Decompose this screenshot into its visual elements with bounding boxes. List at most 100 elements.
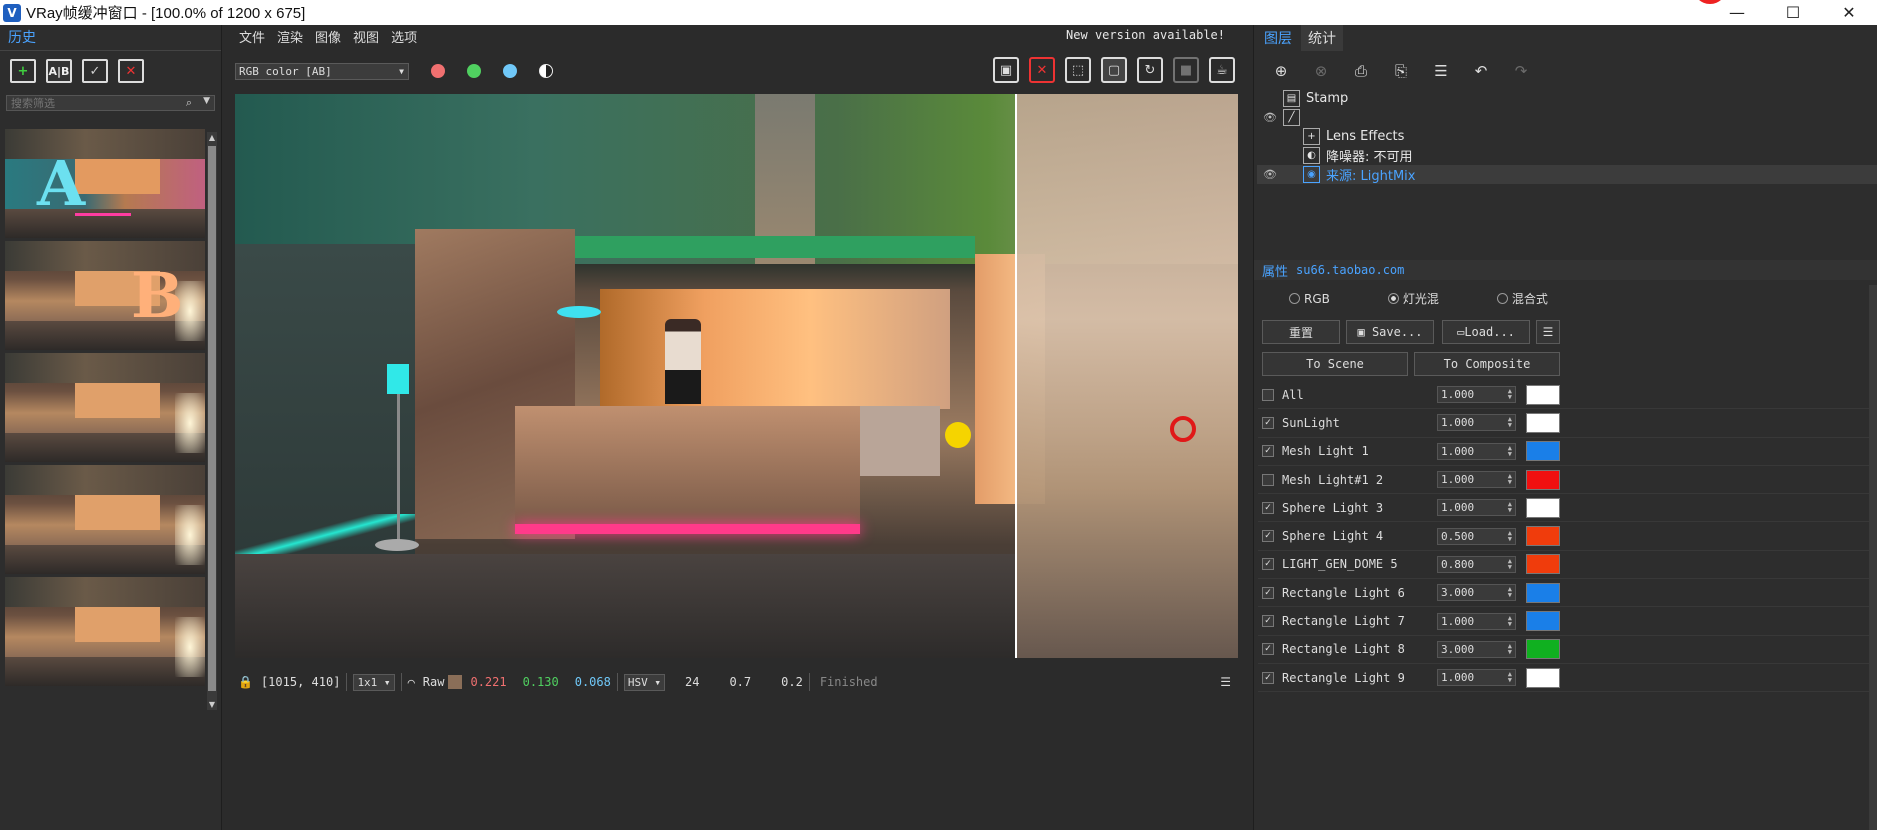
channel-select[interactable]: RGB color [AB] ▼ <box>235 62 409 80</box>
render-teapot-icon[interactable]: ☕ <box>1209 57 1235 83</box>
light-color-swatch[interactable] <box>1526 497 1560 518</box>
light-color-swatch[interactable] <box>1526 667 1560 688</box>
spinner-icon[interactable]: ▲ ▼ <box>1508 473 1512 486</box>
spinner-icon[interactable]: ▲ ▼ <box>1508 529 1512 542</box>
mode-radio[interactable]: 混合式 <box>1496 290 1548 307</box>
light-enable-checkbox[interactable]: ✓ <box>1262 643 1274 656</box>
light-color-swatch[interactable] <box>1526 611 1560 632</box>
light-enable-checkbox[interactable]: ✓ <box>1262 445 1274 458</box>
delete-layer-icon[interactable]: ⊗ <box>1308 59 1334 83</box>
history-search-input[interactable] <box>7 96 177 110</box>
interactive-render-icon[interactable]: ↻ <box>1137 57 1163 83</box>
curve-icon[interactable]: ⌒ <box>408 675 415 689</box>
tab-layers[interactable]: 图层 <box>1257 25 1299 51</box>
green-channel-toggle[interactable] <box>467 64 481 78</box>
maximize-button[interactable]: ☐ <box>1765 0 1821 25</box>
scroll-up-icon[interactable]: ▲ <box>207 133 217 142</box>
light-intensity-input[interactable]: 1.000 ▲ ▼ <box>1437 414 1516 432</box>
light-color-swatch[interactable] <box>1526 412 1560 433</box>
light-enable-checkbox[interactable]: ✓ <box>1262 501 1274 514</box>
load-history-icon[interactable]: ✓ <box>82 59 108 83</box>
lightmix-menu-icon[interactable]: ☰ <box>1536 320 1560 344</box>
layer-list-icon[interactable]: ☰ <box>1428 59 1454 83</box>
layer-row[interactable]: + Lens Effects <box>1257 127 1877 146</box>
reset-button[interactable]: 重置 <box>1262 320 1340 344</box>
minimize-button[interactable]: — <box>1709 0 1765 25</box>
light-intensity-input[interactable]: 0.500 ▲ ▼ <box>1437 527 1516 545</box>
layer-row[interactable]: ◐ 降噪器: 不可用 <box>1257 146 1877 165</box>
history-thumbnail[interactable] <box>5 353 205 462</box>
undo-icon[interactable]: ↶ <box>1468 59 1494 83</box>
light-color-swatch[interactable] <box>1526 582 1560 603</box>
spinner-icon[interactable]: ▲ ▼ <box>1508 642 1512 655</box>
light-enable-checkbox[interactable]: ✓ <box>1262 615 1274 628</box>
light-enable-checkbox[interactable]: ✓ <box>1262 671 1274 684</box>
layer-row[interactable]: 👁 ◉ 来源: LightMix <box>1257 165 1877 184</box>
menu-view[interactable]: 视图 <box>353 27 379 46</box>
history-thumbnail[interactable] <box>5 577 205 686</box>
menu-options[interactable]: 选项 <box>391 27 417 46</box>
history-thumbnail[interactable] <box>5 465 205 574</box>
history-thumbnail[interactable]: B <box>5 241 205 350</box>
light-enable-checkbox[interactable]: ✓ <box>1262 586 1274 599</box>
alpha-channel-toggle[interactable] <box>539 64 553 78</box>
light-color-swatch[interactable] <box>1526 384 1560 405</box>
redo-icon[interactable]: ↷ <box>1508 59 1534 83</box>
lock-cursor-icon[interactable]: 🔒 <box>238 675 253 689</box>
track-mouse-icon[interactable]: ▢ <box>1101 57 1127 83</box>
spinner-icon[interactable]: ▲ ▼ <box>1508 416 1512 429</box>
remove-history-icon[interactable]: ✕ <box>118 59 144 83</box>
menu-render[interactable]: 渲染 <box>277 27 303 46</box>
light-color-swatch[interactable] <box>1526 526 1560 547</box>
spinner-icon[interactable]: ▲ ▼ <box>1508 388 1512 401</box>
light-color-swatch[interactable] <box>1526 469 1560 490</box>
history-thumbnail[interactable]: A <box>5 129 205 238</box>
close-button[interactable]: ✕ <box>1821 0 1877 25</box>
ab-compare-icon[interactable]: A|B <box>46 59 72 83</box>
menu-file[interactable]: 文件 <box>239 27 265 46</box>
save-to-history-icon[interactable]: + <box>10 59 36 83</box>
spinner-icon[interactable]: ▲ ▼ <box>1508 671 1512 684</box>
visibility-eye-icon[interactable]: 👁 <box>1263 168 1277 181</box>
spinner-icon[interactable]: ▲ ▼ <box>1508 614 1512 627</box>
visibility-eye-icon[interactable]: 👁 <box>1263 111 1277 124</box>
save-button[interactable]: ▣ Save... <box>1346 320 1434 344</box>
light-color-swatch[interactable] <box>1526 554 1560 575</box>
tab-stats[interactable]: 统计 <box>1301 25 1343 51</box>
light-color-swatch[interactable] <box>1526 441 1560 462</box>
light-intensity-input[interactable]: 3.000 ▲ ▼ <box>1437 584 1516 602</box>
tab-history[interactable]: 历史 <box>0 24 44 50</box>
to-composite-button[interactable]: To Composite <box>1414 352 1560 376</box>
region-render-icon[interactable]: ⬚ <box>1065 57 1091 83</box>
color-space-select[interactable]: HSV ▾ <box>623 673 665 691</box>
light-intensity-input[interactable]: 0.800 ▲ ▼ <box>1437 555 1516 573</box>
load-layers-icon[interactable]: ⎘ <box>1388 59 1414 83</box>
light-enable-checkbox[interactable]: ✓ <box>1262 558 1274 571</box>
light-enable-checkbox[interactable]: ✓ <box>1262 416 1274 429</box>
light-intensity-input[interactable]: 1.000 ▲ ▼ <box>1437 471 1516 489</box>
history-scrollbar[interactable]: ▲ ▼ <box>207 132 217 710</box>
properties-scrollbar[interactable] <box>1869 285 1877 830</box>
light-enable-checkbox[interactable]: ✓ <box>1262 530 1274 543</box>
blue-channel-toggle[interactable] <box>503 64 517 78</box>
scroll-down-icon[interactable]: ▼ <box>207 700 217 709</box>
spinner-icon[interactable]: ▲ ▼ <box>1508 586 1512 599</box>
log-icon[interactable]: ☰ <box>1220 675 1231 689</box>
light-color-swatch[interactable] <box>1526 639 1560 660</box>
render-image[interactable] <box>235 94 1238 658</box>
sample-size-select[interactable]: 1x1 ▾ <box>353 673 395 691</box>
scrollbar-thumb[interactable] <box>208 146 216 691</box>
to-scene-button[interactable]: To Scene <box>1262 352 1408 376</box>
light-intensity-input[interactable]: 1.000 ▲ ▼ <box>1437 442 1516 460</box>
layer-row[interactable]: 👁 ╱ <box>1257 108 1877 127</box>
spinner-icon[interactable]: ▲ ▼ <box>1508 444 1512 457</box>
search-icon[interactable]: ⌕ <box>186 96 192 110</box>
light-intensity-input[interactable]: 3.000 ▲ ▼ <box>1437 640 1516 658</box>
save-image-icon[interactable]: ▣ <box>993 57 1019 83</box>
menu-image[interactable]: 图像 <box>315 27 341 46</box>
new-version-link[interactable]: New version available! <box>1066 28 1225 42</box>
clear-image-icon[interactable]: ✕ <box>1029 57 1055 83</box>
search-dropdown-icon[interactable]: ▼ <box>203 96 210 106</box>
spinner-icon[interactable]: ▲ ▼ <box>1508 557 1512 570</box>
load-button[interactable]: ▭ Load... <box>1442 320 1530 344</box>
